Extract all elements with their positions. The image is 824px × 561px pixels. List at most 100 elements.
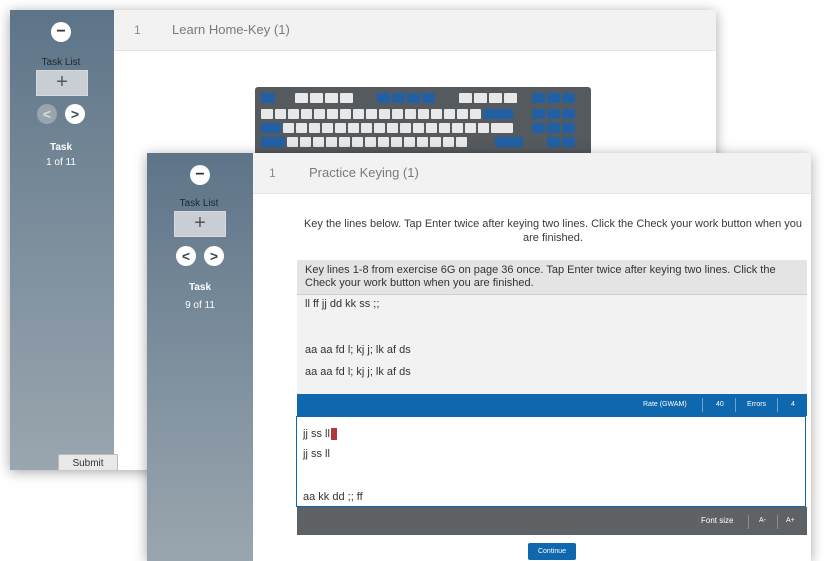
task-list-label: Task List bbox=[41, 57, 81, 68]
keyboard-key bbox=[465, 123, 476, 133]
typed-line: aa kk dd ;; ff bbox=[303, 491, 363, 503]
typing-input-area[interactable]: jj ss ll jj ss ll aa kk dd ;; ff bbox=[296, 416, 806, 507]
exercise-instructions: Key lines 1-8 from exercise 6G on page 3… bbox=[297, 260, 807, 295]
keyboard-key bbox=[532, 123, 545, 133]
keyboard-key bbox=[547, 109, 560, 119]
text-cursor bbox=[330, 428, 337, 441]
keyboard-key bbox=[470, 109, 481, 119]
keyboard-key bbox=[352, 137, 363, 147]
keyboard-key bbox=[443, 137, 454, 147]
keyboard-key bbox=[392, 93, 405, 103]
keyboard-key bbox=[314, 109, 325, 119]
source-text-panel: ll ff jj dd kk ss ;; aa aa fd l; kj j; l… bbox=[297, 295, 807, 394]
task-name: Practice Keying (1) bbox=[309, 165, 419, 180]
keyboard-key bbox=[325, 93, 338, 103]
keyboard-key bbox=[326, 137, 337, 147]
typed-line: jj ss ll bbox=[303, 448, 330, 460]
task-heading: Task bbox=[188, 282, 212, 293]
prev-task-button[interactable]: < bbox=[176, 246, 196, 266]
keyboard-key bbox=[413, 123, 424, 133]
keyboard-key bbox=[418, 109, 429, 119]
keyboard-key bbox=[261, 109, 273, 119]
keyboard-key bbox=[261, 93, 275, 103]
keyboard-key bbox=[275, 109, 286, 119]
font-size-label: Font size bbox=[701, 516, 734, 525]
keyboard-key bbox=[562, 93, 575, 103]
task-counter: 1 of 11 bbox=[46, 157, 76, 168]
keyboard-key bbox=[439, 123, 450, 133]
keyboard-key bbox=[378, 137, 389, 147]
keyboard-key bbox=[322, 123, 333, 133]
keyboard-key bbox=[348, 123, 359, 133]
keyboard-key bbox=[400, 123, 411, 133]
rate-value: 40 bbox=[716, 401, 724, 408]
keyboard-key bbox=[288, 109, 299, 119]
keyboard-key bbox=[456, 137, 467, 147]
keyboard-key bbox=[361, 123, 372, 133]
keyboard-key bbox=[489, 93, 502, 103]
keyboard-key bbox=[457, 109, 468, 119]
source-line: aa aa fd l; kj j; lk af ds bbox=[305, 344, 411, 356]
keyboard-key bbox=[417, 137, 428, 147]
next-task-button[interactable]: > bbox=[204, 246, 224, 266]
back-sidebar: − Task List + < > Task 1 of 11 bbox=[10, 10, 114, 470]
font-larger-button[interactable]: A+ bbox=[786, 510, 795, 532]
keyboard-key bbox=[261, 123, 281, 133]
keyboard-key bbox=[387, 123, 398, 133]
font-smaller-button[interactable]: A- bbox=[759, 510, 766, 532]
keyboard-key bbox=[474, 93, 487, 103]
keyboard-key bbox=[562, 137, 575, 147]
keyboard-key bbox=[340, 109, 351, 119]
keyboard-key bbox=[483, 109, 513, 119]
typed-line: jj ss ll bbox=[303, 428, 337, 441]
keyboard-key bbox=[309, 123, 320, 133]
task-list-add-button[interactable]: + bbox=[174, 211, 226, 237]
task-heading: Task bbox=[49, 142, 73, 153]
submit-button[interactable]: Submit bbox=[58, 454, 118, 470]
task-counter: 9 of 11 bbox=[185, 300, 215, 311]
task-name: Learn Home-Key (1) bbox=[172, 22, 290, 37]
keyboard-key bbox=[295, 93, 308, 103]
back-task-header: 1 Learn Home-Key (1) bbox=[114, 10, 716, 51]
instruction-text: Key the lines below. Tap Enter twice aft… bbox=[303, 218, 803, 244]
keyboard-key bbox=[365, 137, 376, 147]
keyboard-key bbox=[392, 109, 403, 119]
keyboard-key bbox=[444, 109, 455, 119]
keyboard-key bbox=[283, 123, 294, 133]
keyboard-key bbox=[491, 123, 513, 133]
task-list-label: Task List bbox=[179, 198, 219, 209]
keyboard-key bbox=[301, 109, 312, 119]
front-sidebar: − Task List + < > Task 9 of 11 bbox=[147, 153, 253, 561]
keyboard-key bbox=[422, 93, 435, 103]
keyboard-key bbox=[327, 109, 338, 119]
keyboard-key bbox=[459, 93, 472, 103]
typed-text: jj ss ll bbox=[303, 428, 330, 440]
divider bbox=[735, 398, 736, 412]
next-task-button[interactable]: > bbox=[65, 104, 85, 124]
divider bbox=[777, 398, 778, 412]
keyboard-key bbox=[404, 137, 415, 147]
continue-button[interactable]: Continue bbox=[528, 543, 576, 560]
prev-task-button[interactable]: < bbox=[37, 104, 57, 124]
keyboard-key bbox=[405, 109, 416, 119]
keyboard-key bbox=[431, 109, 442, 119]
keyboard-key bbox=[562, 123, 575, 133]
keyboard-key bbox=[562, 109, 575, 119]
font-size-bar: Font size A- A+ bbox=[297, 507, 807, 535]
keyboard-key bbox=[452, 123, 463, 133]
keyboard-key bbox=[504, 93, 517, 103]
collapse-icon[interactable]: − bbox=[190, 165, 210, 185]
divider bbox=[702, 398, 703, 412]
rate-label: Rate (GWAM) bbox=[643, 401, 687, 408]
collapse-icon[interactable]: − bbox=[51, 22, 71, 42]
keyboard-key bbox=[478, 123, 489, 133]
keyboard-key bbox=[379, 109, 390, 119]
keyboard-key bbox=[547, 123, 560, 133]
errors-label: Errors bbox=[747, 401, 767, 408]
front-task-header: 1 Practice Keying (1) bbox=[253, 153, 811, 194]
keyboard-key bbox=[377, 93, 390, 103]
keyboard-key bbox=[547, 93, 560, 103]
keyboard-key bbox=[287, 137, 298, 147]
task-list-add-button[interactable]: + bbox=[36, 70, 88, 96]
keyboard-key bbox=[374, 123, 385, 133]
